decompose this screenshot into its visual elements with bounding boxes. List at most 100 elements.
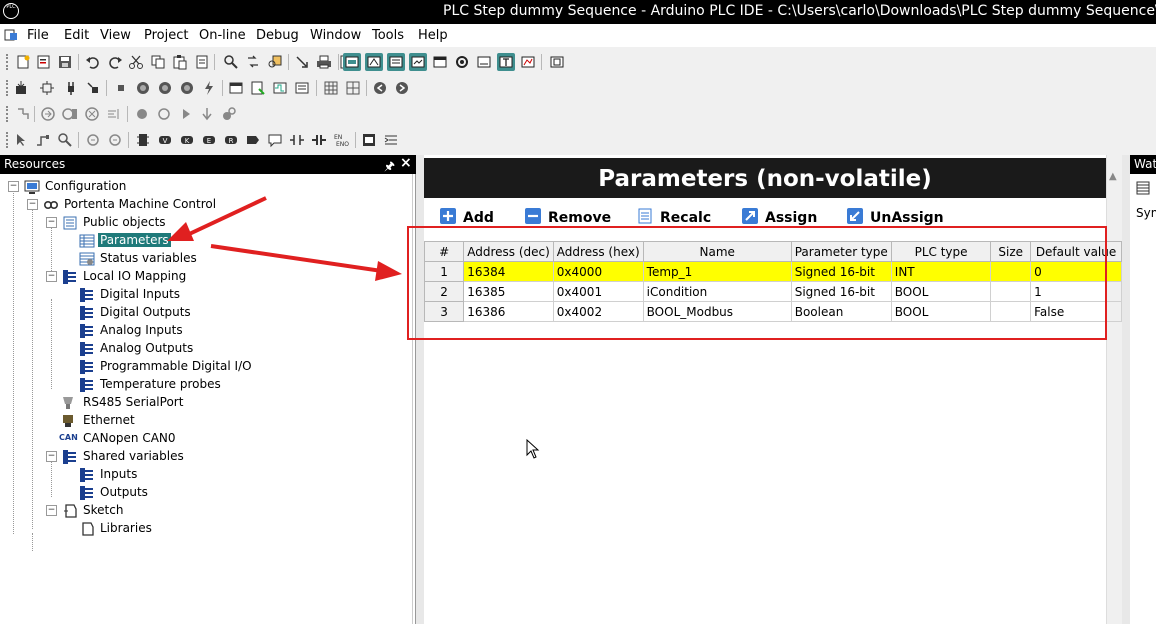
view-output-icon[interactable]: [409, 53, 427, 71]
tree-item-rs485[interactable]: RS485 SerialPort: [0, 394, 300, 412]
tree-item-status-variables[interactable]: Status variables: [0, 250, 300, 268]
find-in-files-icon[interactable]: [266, 53, 284, 71]
view-workspace-icon[interactable]: [475, 53, 493, 71]
collapse-toggle[interactable]: −: [27, 199, 38, 210]
forward-icon[interactable]: [393, 79, 411, 97]
label-icon[interactable]: [244, 131, 262, 149]
plug-icon[interactable]: [62, 79, 80, 97]
collapse-toggle[interactable]: −: [46, 505, 57, 516]
view-libraries-icon[interactable]: [365, 53, 383, 71]
cold-restart-icon[interactable]: [134, 79, 152, 97]
step-out-icon[interactable]: [83, 105, 101, 123]
warm-restart-icon[interactable]: [156, 79, 174, 97]
insert-row-icon[interactable]: [382, 131, 400, 149]
tree-item-analog-inputs[interactable]: Analog Inputs: [0, 322, 300, 340]
tree-item-configuration[interactable]: − Configuration: [0, 178, 300, 196]
tree-item-analog-outputs[interactable]: Analog Outputs: [0, 340, 300, 358]
menu-window[interactable]: Window: [310, 28, 361, 43]
reboot-icon[interactable]: [200, 79, 218, 97]
tree-item-digital-inputs[interactable]: Digital Inputs: [0, 286, 300, 304]
zoom-out-icon[interactable]: [106, 131, 124, 149]
tree-item-temperature-probes[interactable]: Temperature probes: [0, 376, 300, 394]
menu-edit[interactable]: Edit: [64, 28, 89, 43]
toolbar-grip[interactable]: [6, 54, 9, 70]
step-over-icon[interactable]: [39, 105, 57, 123]
close-icon[interactable]: ×: [400, 155, 412, 171]
target-status-icon[interactable]: [227, 79, 245, 97]
menu-view[interactable]: View: [100, 28, 131, 43]
step-down-icon[interactable]: [198, 105, 216, 123]
back-icon[interactable]: [371, 79, 389, 97]
full-screen-icon[interactable]: [548, 53, 566, 71]
document-menu-icon[interactable]: [4, 29, 18, 41]
download-icon[interactable]: [293, 53, 311, 71]
view-resources-icon[interactable]: [387, 53, 405, 71]
find-icon[interactable]: [222, 53, 240, 71]
watch-add-icon[interactable]: [249, 79, 267, 97]
menu-online[interactable]: On-line: [199, 28, 246, 43]
trace-icon[interactable]: [293, 79, 311, 97]
comment-icon[interactable]: [266, 131, 284, 149]
copy-icon[interactable]: [149, 53, 167, 71]
grid-cells-icon[interactable]: [344, 79, 362, 97]
menu-project[interactable]: Project: [144, 28, 188, 43]
tree-item-libraries[interactable]: Libraries: [0, 520, 300, 538]
tree-item-digital-outputs[interactable]: Digital Outputs: [0, 304, 300, 322]
paste-icon[interactable]: [171, 53, 189, 71]
collapse-toggle[interactable]: −: [46, 217, 57, 228]
breakpoint-icon[interactable]: [133, 105, 151, 123]
view-project-icon[interactable]: [343, 53, 361, 71]
vertical-scrollbar[interactable]: ▲: [1106, 155, 1122, 624]
return-icon[interactable]: R: [222, 131, 240, 149]
tree-item-programmable-digital-io[interactable]: Programmable Digital I/O: [0, 358, 300, 376]
en-eno-icon[interactable]: EN ENO: [332, 131, 350, 149]
save-icon[interactable]: [56, 53, 74, 71]
contact-icon[interactable]: [288, 131, 306, 149]
toolbar-grip[interactable]: [6, 80, 9, 96]
view-text-icon[interactable]: [497, 53, 515, 71]
network-icon[interactable]: [360, 131, 378, 149]
replace-icon[interactable]: [244, 53, 262, 71]
step-into-icon[interactable]: [61, 105, 79, 123]
connect-icon[interactable]: [38, 79, 56, 97]
view-graph-icon[interactable]: [519, 53, 537, 71]
build-icon[interactable]: [12, 79, 30, 97]
compile-icon[interactable]: [193, 53, 211, 71]
collapse-toggle[interactable]: −: [46, 451, 57, 462]
new-icon[interactable]: [14, 53, 32, 71]
menu-help[interactable]: Help: [418, 28, 448, 43]
open-icon[interactable]: [35, 53, 53, 71]
breakpoint-empty-icon[interactable]: [155, 105, 173, 123]
zoom-tool-icon[interactable]: [56, 131, 74, 149]
connection-tool-icon[interactable]: [34, 131, 52, 149]
debug-mode-icon[interactable]: [14, 105, 32, 123]
watch-table-icon[interactable]: [1136, 181, 1150, 195]
oscilloscope-icon[interactable]: [271, 79, 289, 97]
collapse-toggle[interactable]: −: [46, 271, 57, 282]
collapse-toggle[interactable]: −: [8, 181, 19, 192]
view-watch-icon[interactable]: [431, 53, 449, 71]
coil-icon[interactable]: [310, 131, 328, 149]
tree-item-ethernet[interactable]: Ethernet: [0, 412, 300, 430]
cut-icon[interactable]: [127, 53, 145, 71]
variable-icon[interactable]: V: [156, 131, 174, 149]
tree-item-local-io-mapping[interactable]: − Local IO Mapping: [0, 268, 300, 286]
run-icon[interactable]: [177, 105, 195, 123]
toolbar-grip[interactable]: [6, 132, 9, 148]
expression-icon[interactable]: E: [200, 131, 218, 149]
toolbar-grip[interactable]: [6, 106, 9, 122]
menu-file[interactable]: File: [27, 28, 49, 43]
tree-item-parameters[interactable]: Parameters: [0, 232, 300, 250]
tree-item-outputs[interactable]: Outputs: [0, 484, 300, 502]
redo-icon[interactable]: [106, 53, 124, 71]
tree-item-sketch[interactable]: − Sketch: [0, 502, 300, 520]
select-pointer-icon[interactable]: [12, 131, 30, 149]
run-to-cursor-icon[interactable]: [105, 105, 123, 123]
menu-debug[interactable]: Debug: [256, 28, 299, 43]
debug-settings-icon[interactable]: [220, 105, 238, 123]
stop-icon[interactable]: [112, 79, 130, 97]
scroll-up-icon[interactable]: ▲: [1109, 171, 1117, 182]
unplug-icon[interactable]: [84, 79, 102, 97]
tree-item-public-objects[interactable]: − Public objects: [0, 214, 300, 232]
tree-item-inputs[interactable]: Inputs: [0, 466, 300, 484]
